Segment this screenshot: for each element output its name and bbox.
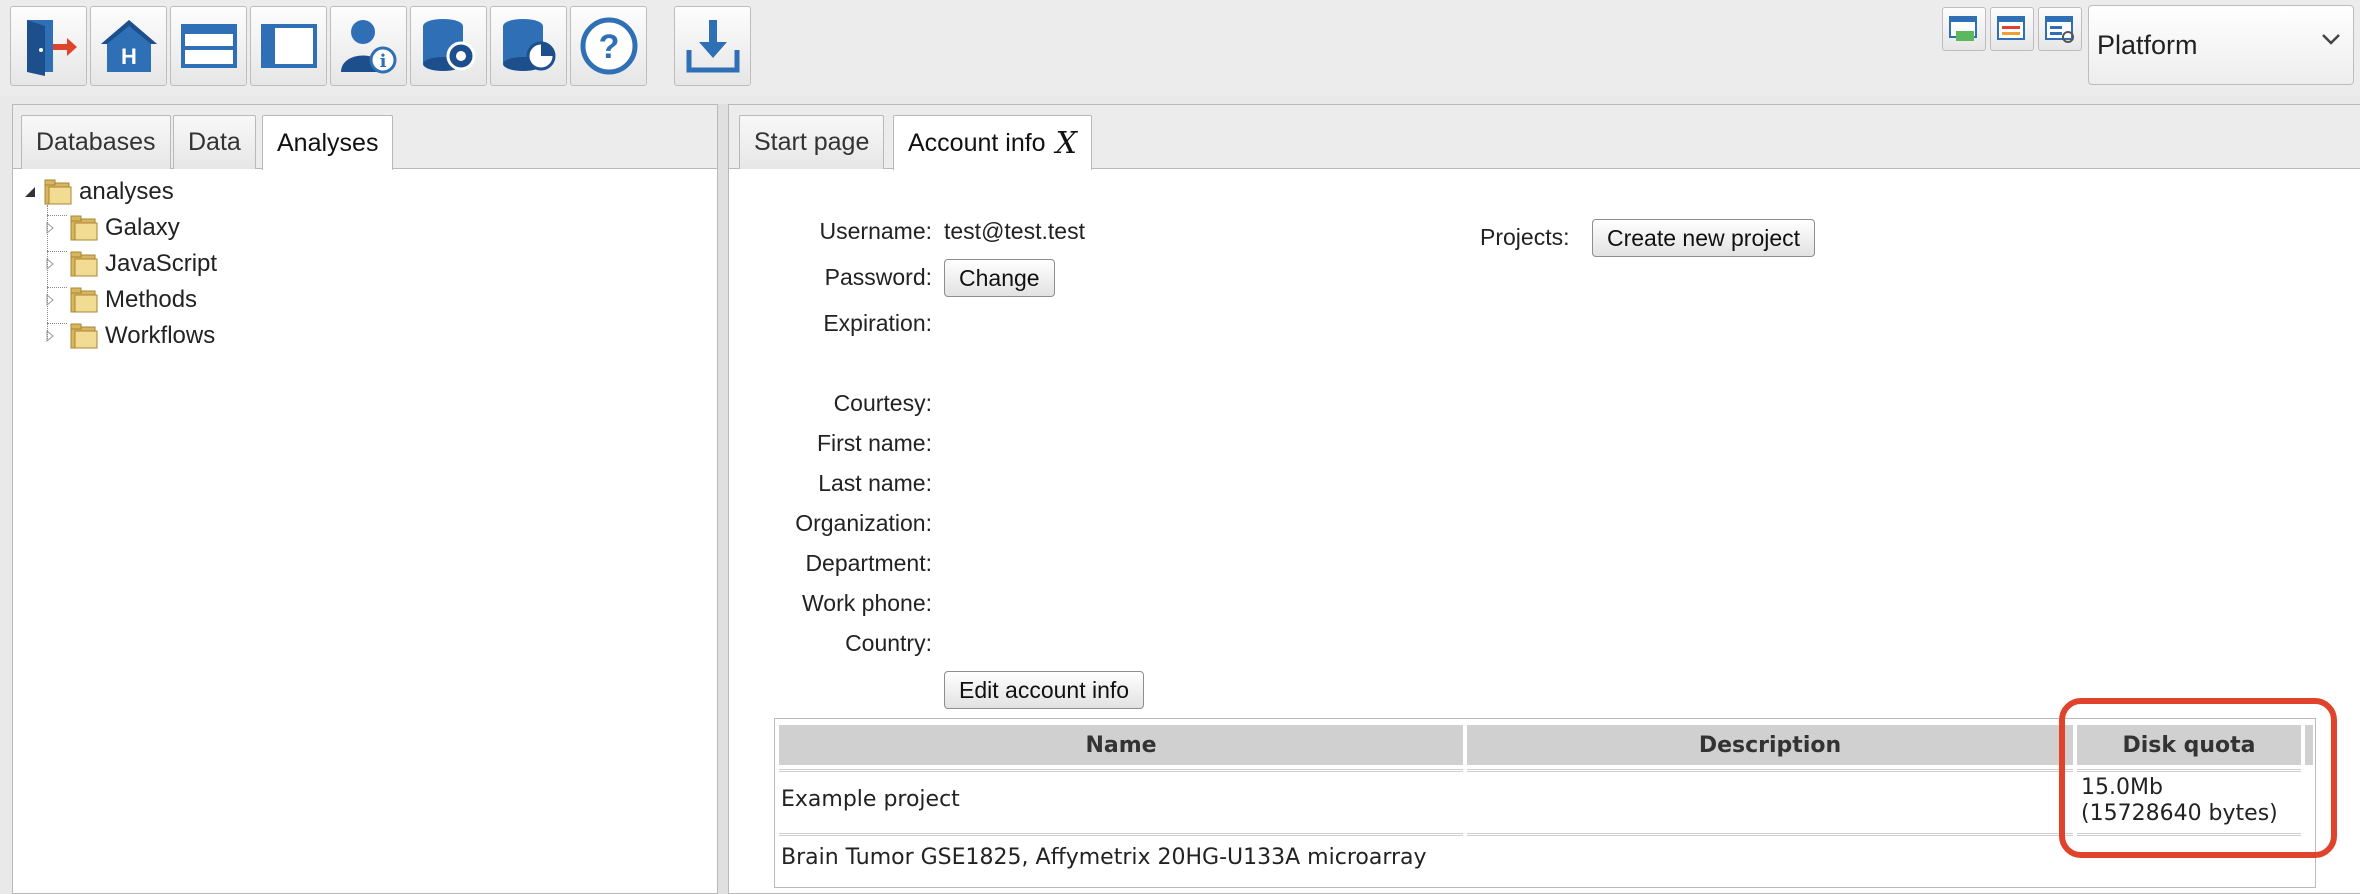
left-panel: Databases Data Analyses analyses Galaxy … [12,104,718,894]
create-project-button[interactable]: Create new project [1592,219,1816,257]
svg-text:?: ? [598,28,619,66]
tree-node-methods[interactable]: Methods [45,283,197,317]
user-info-icon: i [340,20,396,74]
database-settings-button[interactable] [410,6,487,86]
download-icon [686,20,739,73]
window-list-button[interactable] [1990,7,2034,51]
expand-triangle-icon [46,222,54,234]
column-header-name[interactable]: Name [779,725,1463,765]
vertical-layout-icon [260,24,317,68]
collapse-triangle-icon [25,187,35,197]
database-chart-icon [502,19,555,71]
tab-account-info[interactable]: Account info X [893,115,1092,170]
panel-splitter[interactable] [718,104,728,894]
row-divider [779,769,1463,772]
expand-triangle-icon [46,294,54,306]
vertical-layout-button[interactable] [250,6,327,86]
right-tabbar: Start page Account info X [729,105,2360,170]
window-refresh-icon [2045,16,2074,43]
window-sync-button[interactable] [1942,7,1986,51]
tree-node-galaxy[interactable]: Galaxy [45,211,180,245]
row-divider [1467,769,2073,772]
folder-icon [70,251,98,277]
username-value: test@test.test [944,218,1085,244]
tree-node-analyses[interactable]: analyses [23,175,174,209]
row-divider [779,833,1463,836]
folder-icon [70,215,98,241]
folder-icon [44,179,72,205]
window-refresh-button[interactable] [2038,7,2082,51]
tab-start-page[interactable]: Start page [739,115,885,169]
main-toolbar: H i ? Platform [0,0,2360,96]
download-button[interactable] [674,6,751,86]
database-chart-button[interactable] [490,6,567,86]
row-divider [1467,833,2073,836]
left-tabbar: Databases Data Analyses [13,105,717,170]
organization-label: Organization: [795,510,932,536]
expand-triangle-icon [46,330,54,342]
country-label: Country: [845,630,932,656]
help-button[interactable]: ? [570,6,647,86]
database-settings-icon [422,19,475,71]
tab-analyses[interactable]: Analyses [262,115,394,170]
first-name-label: First name: [816,430,932,456]
help-icon: ? [580,17,637,75]
change-password-button[interactable]: Change [944,259,1055,297]
tab-data[interactable]: Data [173,115,256,169]
tree-node-javascript[interactable]: JavaScript [45,247,217,281]
department-label: Department: [805,550,932,576]
close-tab-icon[interactable]: X [1056,126,1077,161]
chevron-down-icon [2322,34,2340,45]
projects-label: Projects: [1480,224,1570,250]
work-phone-label: Work phone: [802,590,932,616]
project-name: Example project [781,787,960,812]
window-list-icon [1997,16,2025,40]
perspective-select[interactable]: Platform [2088,5,2354,85]
password-label: Password: [824,264,932,290]
tab-databases[interactable]: Databases [21,115,171,169]
project-name: Brain Tumor GSE1825, Affymetrix 20HG-U13… [781,845,1427,870]
perspective-select-value: Platform [2097,29,2198,60]
edit-account-button[interactable]: Edit account info [944,671,1145,709]
expand-triangle-icon [46,258,54,270]
svg-text:H: H [121,44,137,69]
window-sync-icon [1949,16,1977,41]
logout-button[interactable] [10,6,87,86]
folder-icon [70,323,98,349]
column-header-description[interactable]: Description [1467,725,2073,765]
username-label: Username: [819,218,932,244]
horizontal-layout-button[interactable] [170,6,247,86]
horizontal-layout-icon [180,24,237,68]
courtesy-label: Courtesy: [833,390,932,416]
tree-node-workflows[interactable]: Workflows [45,319,215,353]
disk-quota-highlight [2059,698,2337,858]
logout-door-icon [26,20,77,76]
user-info-button[interactable]: i [330,6,407,86]
folder-icon [70,287,98,313]
home-button[interactable]: H [90,6,167,86]
expiration-label: Expiration: [823,310,932,336]
home-icon: H [100,20,157,72]
last-name-label: Last name: [818,470,932,496]
svg-text:i: i [379,51,386,72]
